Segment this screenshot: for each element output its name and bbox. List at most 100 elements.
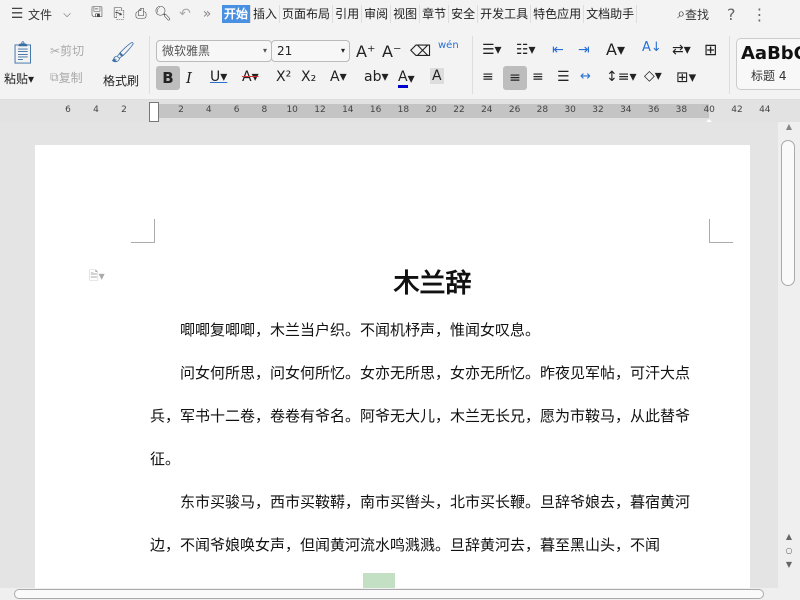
strikethrough-button[interactable]: A▾ <box>242 69 259 85</box>
underline-button[interactable]: U▾ <box>210 69 227 85</box>
copy-button[interactable]: ⧉ 复制 <box>50 69 83 86</box>
clear-format-icon[interactable]: ⌫ <box>410 42 431 60</box>
tab-2[interactable]: 页面布局 <box>280 5 333 23</box>
document-title: 木兰辞 <box>35 263 750 300</box>
search-icon[interactable]: ⌕ <box>677 6 685 22</box>
ruler-tick-label: 6 <box>234 105 240 115</box>
chevron-down-icon[interactable]: ⌵ <box>56 9 78 20</box>
text-effect-button[interactable]: A▾ <box>330 69 347 85</box>
table-icon[interactable]: ⊞ <box>704 40 717 59</box>
export-icon[interactable]: ⎘ <box>108 6 130 22</box>
cut-button[interactable]: ✂ 剪切 <box>50 42 84 59</box>
ruler-tick-label: 22 <box>453 105 464 115</box>
horizontal-ruler[interactable]: 6422468101214161820222426283032343638404… <box>0 100 800 122</box>
paragraph: 问女何所思，问女何所忆。女亦无所思，女亦无所忆。昨夜见军帖，可汗大点兵，军书十二… <box>150 352 710 481</box>
search-button[interactable]: 查找 <box>685 6 709 23</box>
italic-button[interactable]: I <box>186 69 192 87</box>
tab-5[interactable]: 视图 <box>391 5 420 23</box>
horizontal-scrollbar[interactable] <box>0 588 800 600</box>
align-center-icon[interactable]: ≡ <box>503 66 527 90</box>
ruler-tick-label: 4 <box>206 105 212 115</box>
ribbon: 📋︎ 粘贴▾ ✂ 剪切 ⧉ 复制 🖌︎ 格式刷 微软雅黑▾ 21▾ A⁺ A⁻ … <box>0 28 800 100</box>
ruler-tick-label: 36 <box>648 105 659 115</box>
style-name: 标题 4 <box>737 67 800 84</box>
ruler-tick-label: 18 <box>398 105 409 115</box>
shrink-font-icon[interactable]: A⁻ <box>382 42 401 61</box>
superscript-button[interactable]: X² <box>276 69 291 85</box>
ruler-tick-label: 40 <box>703 105 714 115</box>
numbering-icon[interactable]: ☷▾ <box>516 42 536 58</box>
menu-bar: ☰ 文件 ⌵ 🖫 ⎘ ⎙ 🔍︎ ↶ » 开始插入页面布局引用审阅视图章节安全开发… <box>0 0 800 28</box>
char-shading-button[interactable]: A <box>430 68 444 84</box>
indent-marker[interactable] <box>149 102 159 122</box>
tab-8[interactable]: 开发工具 <box>478 5 531 23</box>
tab-7[interactable]: 安全 <box>449 5 478 23</box>
subscript-button[interactable]: X₂ <box>301 69 316 85</box>
decrease-indent-icon[interactable]: ⇤ <box>552 42 564 58</box>
more-menu-icon[interactable]: ⋮ <box>752 5 768 24</box>
ruler-tick-label: 20 <box>425 105 436 115</box>
font-size-select[interactable]: 21▾ <box>271 40 350 62</box>
tab-10[interactable]: 文档助手 <box>584 5 637 23</box>
margin-corner <box>131 219 155 243</box>
paste-icon[interactable]: 📋︎ <box>10 40 36 66</box>
tab-9[interactable]: 特色应用 <box>531 5 584 23</box>
phonetic-icon[interactable]: wén <box>438 40 459 51</box>
style-heading4[interactable]: AaBbC 标题 4 <box>736 38 800 90</box>
ruler-tick-label: 28 <box>537 105 548 115</box>
print-preview-icon[interactable]: 🔍︎ <box>152 6 174 22</box>
bold-button[interactable]: B <box>156 66 180 90</box>
ruler-tick-label: 24 <box>481 105 492 115</box>
vertical-scrollbar[interactable]: ▲ ▲○▼ <box>778 122 800 588</box>
document-body: 唧唧复唧唧，木兰当户织。不闻机杼声，惟闻女叹息。 问女何所思，问女何所忆。女亦无… <box>150 309 710 567</box>
save-icon[interactable]: 🖫 <box>86 2 108 26</box>
undo-icon[interactable]: ↶ <box>174 6 196 22</box>
bullets-icon[interactable]: ☰▾ <box>482 42 502 58</box>
scroll-thumb[interactable] <box>781 140 795 286</box>
borders-icon[interactable]: ⊞▾ <box>676 68 696 86</box>
justify-icon[interactable]: ☰ <box>557 69 570 85</box>
line-spacing-icon[interactable]: ↕≡▾ <box>606 69 637 85</box>
font-select[interactable]: 微软雅黑▾ <box>156 40 272 62</box>
grow-font-icon[interactable]: A⁺ <box>356 42 375 61</box>
tab-4[interactable]: 审阅 <box>362 5 391 23</box>
more-icon[interactable]: » <box>196 6 218 22</box>
paste-button[interactable]: 粘贴▾ <box>4 70 34 87</box>
ruler-tick-label: 16 <box>370 105 381 115</box>
hamburger-icon[interactable]: ☰ <box>6 6 28 22</box>
align-left-icon[interactable]: ≡ <box>482 69 494 85</box>
format-painter-icon[interactable]: 🖌︎ <box>110 40 135 64</box>
tab-3[interactable]: 引用 <box>333 5 362 23</box>
divider <box>729 36 730 94</box>
font-color-button[interactable]: A▾ <box>398 69 415 88</box>
sort-icon[interactable]: A↓ <box>642 40 662 55</box>
tab-6[interactable]: 章节 <box>420 5 449 23</box>
ruler-tick-label: 32 <box>592 105 603 115</box>
ruler-tick-label: 26 <box>509 105 520 115</box>
page-nav-icons[interactable]: ▲○▼ <box>778 530 800 572</box>
increase-indent-icon[interactable]: ⇥ <box>578 42 590 58</box>
tab-0[interactable]: 开始 <box>222 5 251 23</box>
format-painter-button[interactable]: 格式刷 <box>103 72 139 89</box>
file-menu[interactable]: 文件 <box>28 6 52 23</box>
highlight-button[interactable]: ab▾ <box>364 69 389 85</box>
h-scroll-thumb[interactable] <box>14 589 764 599</box>
scroll-up-icon[interactable]: ▲ <box>778 122 800 131</box>
align-right-icon[interactable]: ≡ <box>532 69 544 85</box>
style-preview: AaBbC <box>737 43 800 64</box>
ruler-tick-label: 42 <box>731 105 742 115</box>
shading-icon[interactable]: ◇▾ <box>644 68 662 84</box>
paragraph-direction-icon[interactable]: ⇄▾ <box>672 42 691 58</box>
char-spacing-icon[interactable]: A▾ <box>606 40 625 59</box>
tab-1[interactable]: 插入 <box>251 5 280 23</box>
distribute-icon[interactable]: ↔ <box>580 69 591 84</box>
font-size-value: 21 <box>277 44 292 58</box>
print-icon[interactable]: ⎙ <box>130 6 152 22</box>
paragraph: 东市买骏马，西市买鞍鞯，南市买辔头，北市买长鞭。旦辞爷娘去，暮宿黄河边，不闻爷娘… <box>150 481 710 567</box>
ruler-tick-label: 14 <box>342 105 353 115</box>
document-page[interactable]: 🗎▾ 木兰辞 唧唧复唧唧，木兰当户织。不闻机杼声，惟闻女叹息。 问女何所思，问女… <box>35 145 750 588</box>
divider <box>149 36 150 94</box>
ruler-tick-label: 38 <box>676 105 687 115</box>
font-color-icon: A <box>398 69 408 88</box>
help-button[interactable]: ? <box>727 5 736 24</box>
